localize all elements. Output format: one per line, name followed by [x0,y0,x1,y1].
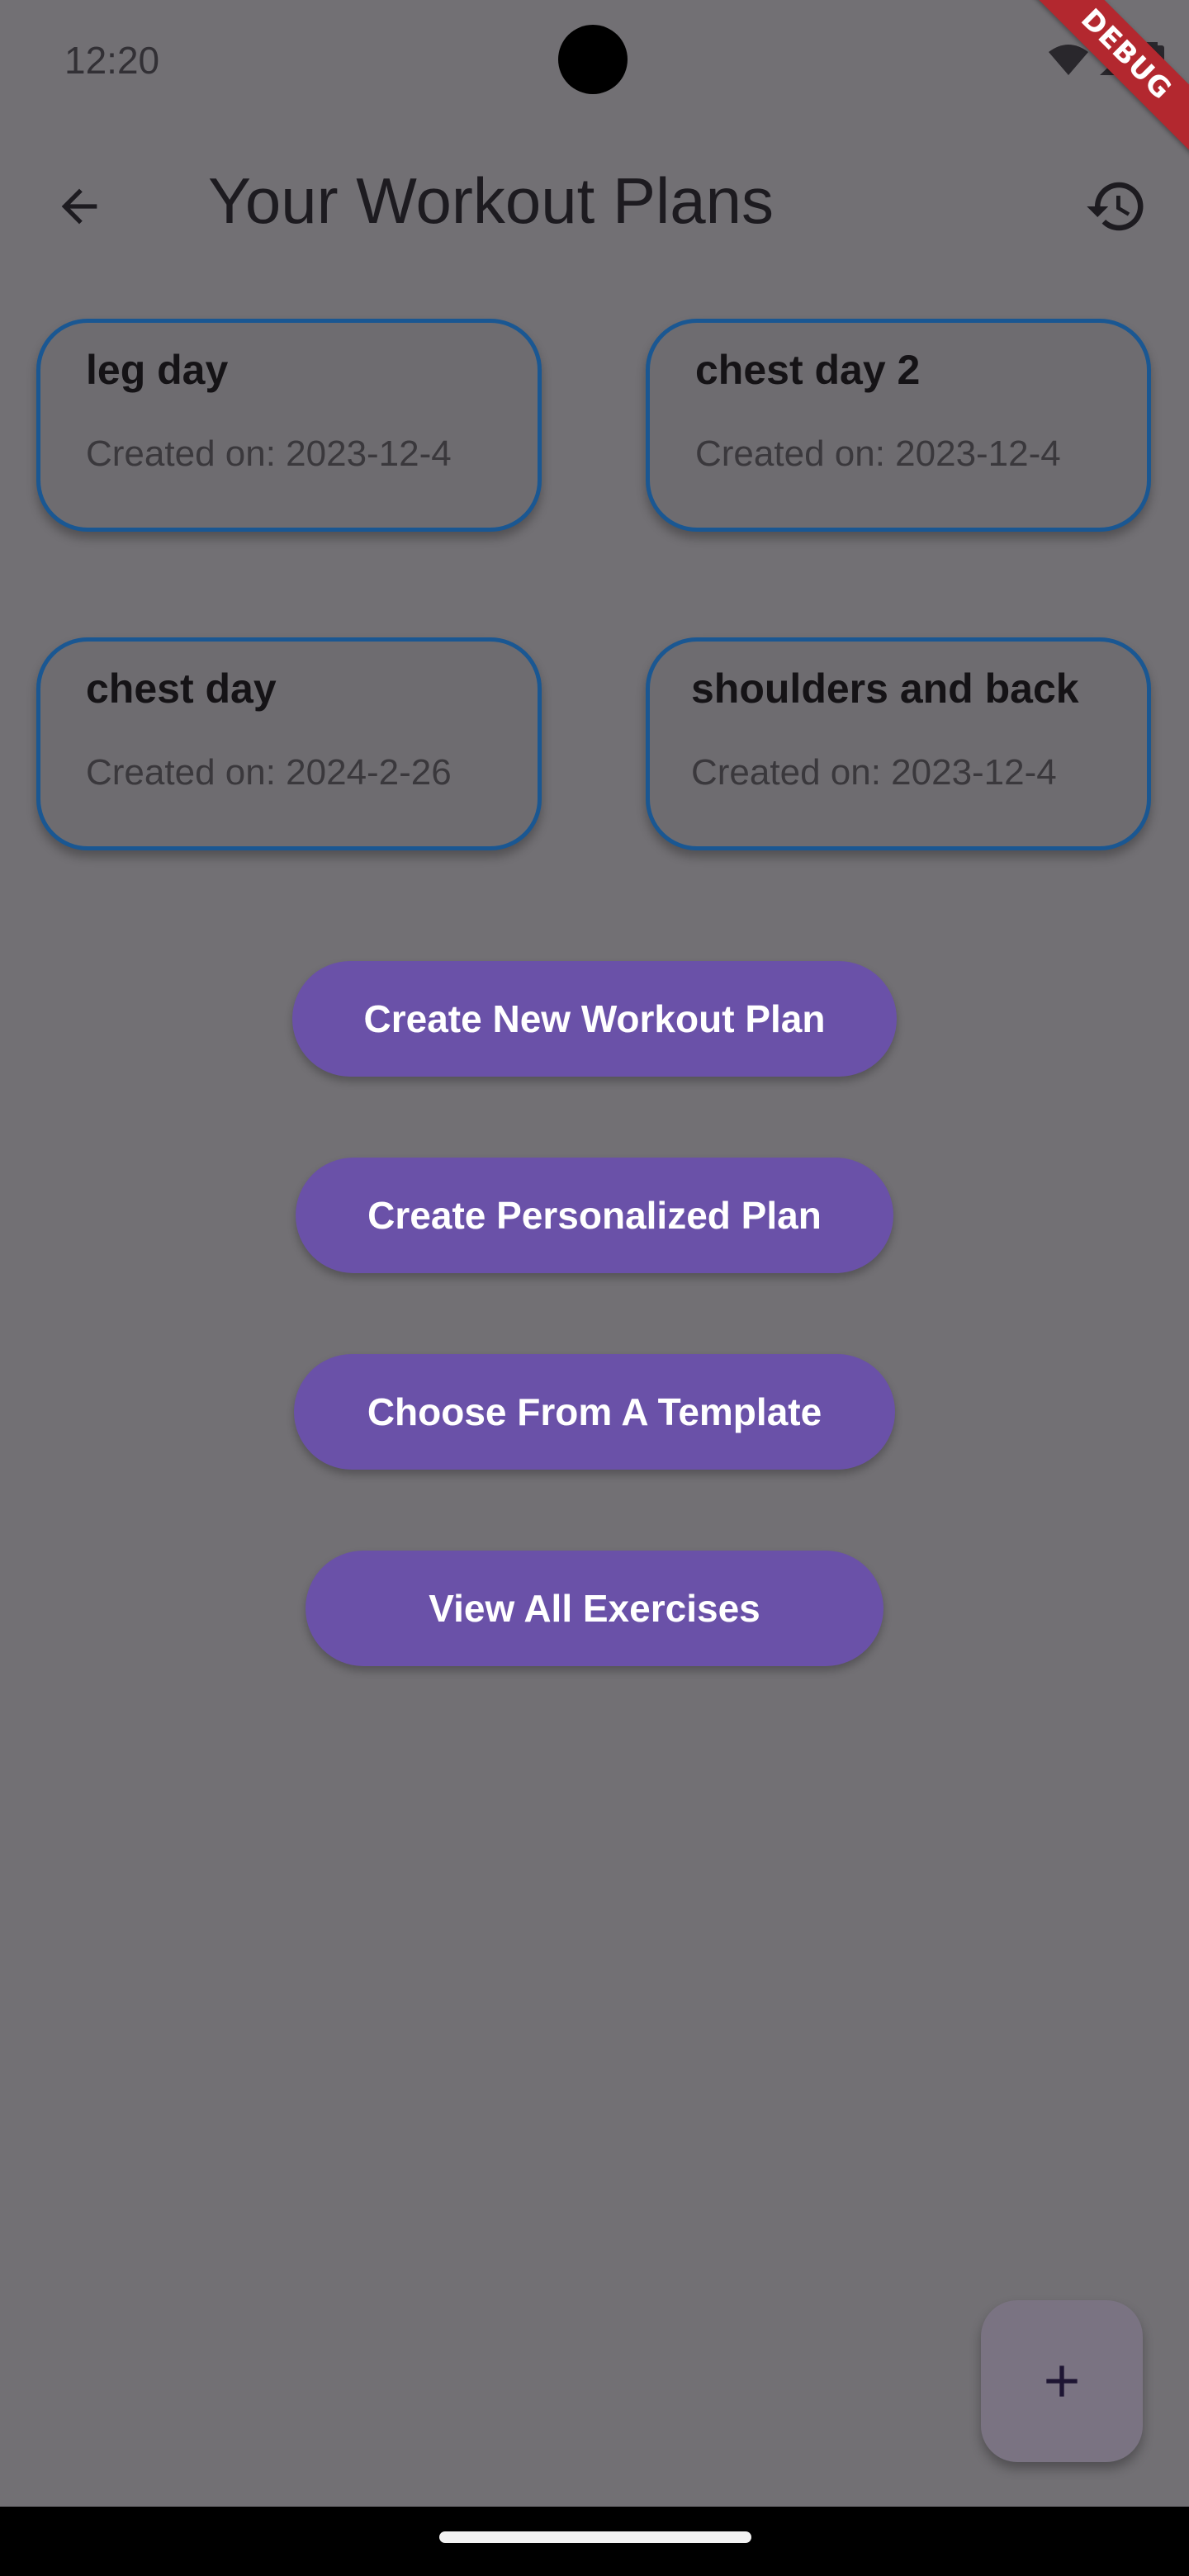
status-bar: 12:20 [0,0,1189,124]
plan-created-date: Created on: 2023-12-4 [86,433,452,474]
create-personalized-plan-button[interactable]: Create Personalized Plan [296,1158,893,1273]
arrow-back-icon [61,188,97,225]
plus-icon [1046,2365,1078,2397]
plan-created-date: Created on: 2023-12-4 [691,752,1057,793]
home-indicator[interactable] [439,2531,751,2543]
plan-name: chest day [86,665,277,712]
choose-template-button[interactable]: Choose From A Template [294,1354,895,1470]
workout-plan-card[interactable]: chest day Created on: 2024-2-26 [36,637,542,850]
history-icon [1087,182,1144,231]
back-button[interactable] [40,167,119,246]
plan-created-date: Created on: 2023-12-4 [695,433,1061,474]
plan-name: leg day [86,347,229,393]
history-button[interactable] [1077,167,1156,246]
camera-cutout [558,25,628,94]
plan-name: chest day 2 [695,347,921,393]
plan-name: shoulders and back [691,665,1079,712]
app-bar: Your Workout Plans [0,132,1189,264]
workout-plan-card[interactable]: shoulders and back Created on: 2023-12-4 [646,637,1151,850]
create-new-workout-plan-button[interactable]: Create New Workout Plan [292,961,897,1077]
workout-plan-card[interactable]: chest day 2 Created on: 2023-12-4 [646,319,1151,532]
add-fab-button[interactable] [981,2300,1143,2462]
view-all-exercises-button[interactable]: View All Exercises [306,1551,883,1666]
wifi-icon [1049,45,1088,75]
plan-created-date: Created on: 2024-2-26 [86,752,452,793]
workout-plan-card[interactable]: leg day Created on: 2023-12-4 [36,319,542,532]
system-navigation-bar [0,2507,1189,2576]
status-time: 12:20 [64,39,160,82]
page-title: Your Workout Plans [208,164,775,237]
